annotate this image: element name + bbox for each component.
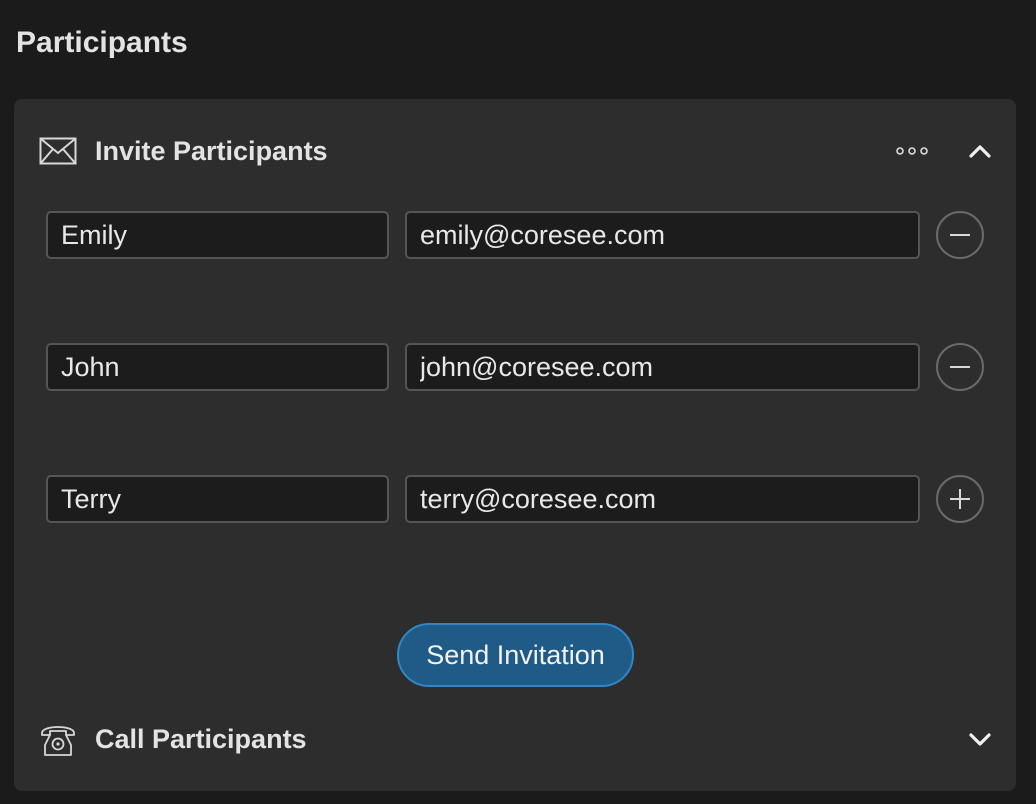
call-participants-title: Call Participants: [95, 724, 307, 754]
chevron-down-icon[interactable]: [962, 725, 998, 753]
minus-circle-icon: [950, 234, 970, 236]
participant-row: [46, 343, 986, 395]
participants-panel: Invite Participants Emily emily@coresee.…: [14, 99, 1016, 791]
plus-circle-icon: [950, 489, 970, 509]
more-options-icon[interactable]: [890, 137, 934, 165]
invite-participants-title: Invite Participants: [95, 136, 328, 166]
remove-participant-button[interactable]: [936, 211, 984, 259]
chevron-up-icon[interactable]: [962, 137, 998, 165]
participant-email-field[interactable]: [405, 211, 920, 259]
participant-email-field[interactable]: [405, 475, 920, 523]
invite-participants-header[interactable]: Invite Participants: [14, 131, 1016, 171]
page-title: Participants: [16, 26, 188, 59]
call-participants-header[interactable]: Call Participants: [14, 719, 1016, 759]
participant-name-field[interactable]: [46, 343, 389, 391]
participant-name-field[interactable]: [46, 475, 389, 523]
participant-row: [46, 475, 986, 527]
telephone-icon: [38, 721, 78, 757]
participant-email-field[interactable]: [405, 343, 920, 391]
minus-circle-icon: [950, 366, 970, 368]
participant-row: [46, 211, 986, 263]
participant-name-field[interactable]: [46, 211, 389, 259]
add-participant-button[interactable]: [936, 475, 984, 523]
send-invitation-button[interactable]: Send Invitation: [397, 623, 634, 687]
envelope-icon: [38, 133, 78, 169]
remove-participant-button[interactable]: [936, 343, 984, 391]
